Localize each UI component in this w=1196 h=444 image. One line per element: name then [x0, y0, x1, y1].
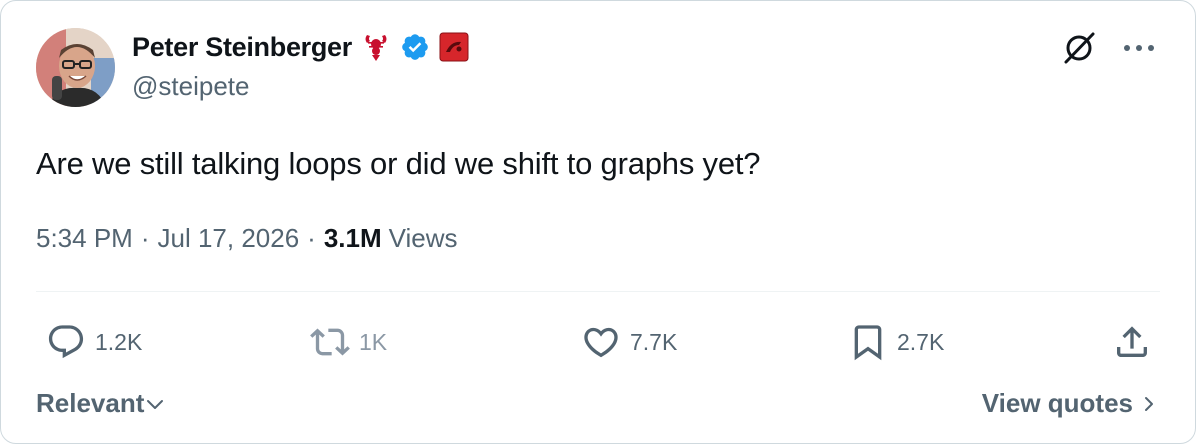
tweet-meta: 5:34 PM · Jul 17, 2026 · 3.1M Views	[36, 223, 458, 254]
bookmark-icon	[854, 325, 882, 361]
meta-separator: ·	[307, 223, 316, 253]
author-handle[interactable]: @steipete	[132, 71, 249, 102]
tweet-card: Peter Steinberger @steipete Are we still…	[0, 0, 1196, 444]
grok-icon	[1064, 32, 1095, 64]
like-button[interactable]: 7.7K	[581, 319, 677, 365]
author-display-name[interactable]: Peter Steinberger	[132, 32, 352, 63]
reply-button[interactable]: 1.2K	[46, 319, 142, 365]
heart-icon	[584, 327, 618, 358]
chevron-down-icon	[147, 399, 164, 409]
views-count: 3.1M	[323, 223, 382, 253]
lobster-emoji-icon	[361, 32, 391, 62]
bookmark-count: 2.7K	[897, 328, 945, 355]
repost-count: 1K	[359, 328, 388, 355]
more-dots-icon	[1124, 45, 1154, 51]
sort-label: Relevant	[36, 388, 145, 418]
divider	[36, 291, 1160, 292]
tweet-time[interactable]: 5:34 PM	[36, 223, 133, 254]
grok-button[interactable]	[1059, 28, 1099, 68]
bookmark-button[interactable]: 2.7K	[848, 319, 944, 365]
view-quotes-label: View quotes	[981, 388, 1133, 418]
author-name-row: Peter Steinberger	[132, 29, 469, 65]
reply-icon	[48, 325, 84, 359]
share-button[interactable]	[1112, 319, 1152, 365]
meta-separator: ·	[140, 223, 150, 253]
share-icon	[1117, 326, 1147, 357]
views-label: Views	[388, 223, 458, 253]
avatar[interactable]	[36, 28, 115, 107]
tweet-action-bar: 1.2K 1K 7.7K 2.7K	[36, 319, 1160, 365]
repost-icon	[310, 328, 350, 356]
tweet-date[interactable]: Jul 17, 2026	[158, 223, 300, 254]
more-options-button[interactable]	[1119, 28, 1159, 68]
tweet-text: Are we still talking loops or did we shi…	[36, 146, 761, 181]
sort-replies-dropdown[interactable]: Relevant	[36, 388, 166, 419]
verified-badge-icon[interactable]	[400, 32, 430, 62]
view-quotes-link[interactable]: View quotes	[982, 388, 1157, 419]
like-count: 7.7K	[630, 328, 678, 355]
chevron-right-icon	[1145, 396, 1153, 411]
repost-button[interactable]: 1K	[310, 319, 387, 365]
affiliate-badge-icon[interactable]	[439, 32, 469, 62]
reply-count: 1.2K	[95, 328, 143, 355]
tweet-top-actions	[1059, 28, 1159, 68]
